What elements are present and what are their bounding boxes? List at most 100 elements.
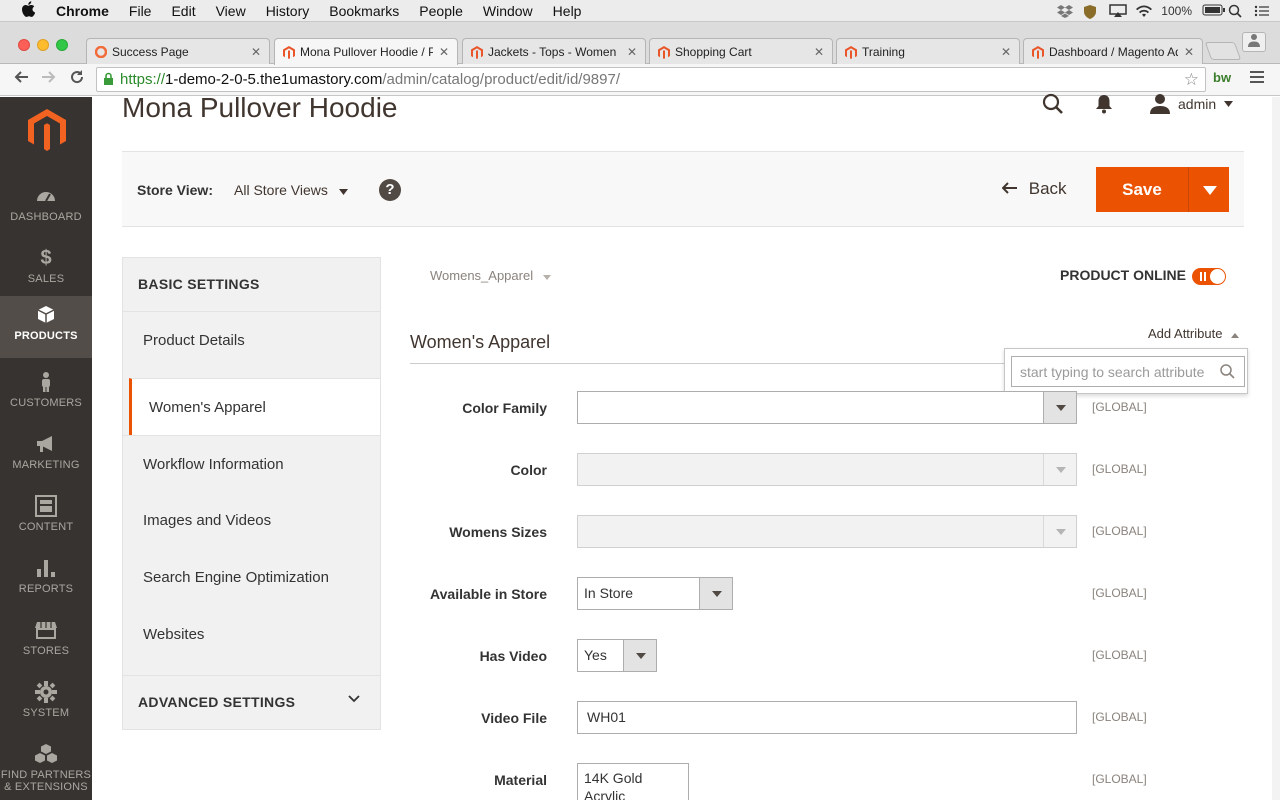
close-tab-icon[interactable]: ✕ [1184,45,1194,59]
nav-system[interactable]: SYSTEM [0,673,92,735]
settings-item-websites[interactable]: Websites [123,606,380,663]
apple-icon[interactable] [18,0,38,21]
profile-button[interactable] [1242,32,1266,52]
nav-products[interactable]: PRODUCTS [0,296,92,358]
close-tab-icon[interactable]: ✕ [1001,45,1011,59]
bookmark-star-icon[interactable]: ☆ [1184,70,1199,90]
menu-bookmarks[interactable]: Bookmarks [329,3,399,19]
video-file-label: Video File [481,710,547,726]
tab-title: Dashboard / Magento Adr [1049,44,1178,59]
chevron-down-icon[interactable] [348,690,360,706]
tab-success-page[interactable]: Success Page ✕ [86,38,270,64]
video-file-input[interactable]: WH01 [577,701,1077,734]
notification-center-icon[interactable] [1254,4,1270,18]
nav-content[interactable]: CONTENT [0,487,92,549]
back-button[interactable]: Back [1001,179,1067,199]
has-video-select[interactable]: Yes [577,639,657,672]
attribute-search-input[interactable] [1011,356,1245,387]
settings-item-seo[interactable]: Search Engine Optimization [123,549,380,606]
close-tab-icon[interactable]: ✕ [251,45,261,59]
back-arrow-icon[interactable] [13,69,29,90]
color-select[interactable] [577,453,1077,486]
product-online-toggle[interactable] [1192,268,1226,285]
address-bar[interactable]: https://1-demo-2-0-5.the1umastory.com/ad… [96,67,1206,92]
nav-reports[interactable]: REPORTS [0,549,92,611]
dropbox-icon[interactable] [1057,4,1074,18]
settings-item-images-videos[interactable]: Images and Videos [123,492,380,549]
chrome-menu-icon[interactable] [1250,68,1264,89]
nav-customers[interactable]: CUSTOMERS [0,363,92,425]
url-host: 1-demo-2-0-5.the1umastory.com [165,71,383,88]
store-view-switcher[interactable]: All Store Views [234,182,348,198]
color-family-select[interactable] [577,391,1077,424]
menu-people[interactable]: People [419,3,463,19]
nav-find-partners-extensions[interactable]: FIND PARTNERS & EXTENSIONS [0,735,92,800]
tab-shopping-cart[interactable]: Shopping Cart ✕ [649,38,833,64]
help-icon[interactable]: ? [379,179,401,201]
scope-label: [GLOBAL] [1092,400,1147,414]
notifications-bell-icon[interactable] [1095,94,1113,119]
extension-bw-icon[interactable]: bw [1213,70,1231,85]
menu-history[interactable]: History [266,3,310,19]
menu-edit[interactable]: Edit [171,3,195,19]
new-tab-button[interactable] [1204,42,1242,60]
minimize-window-button[interactable] [37,39,49,51]
material-option[interactable]: 14K Gold [584,769,682,787]
close-window-button[interactable] [18,39,30,51]
menu-app-name[interactable]: Chrome [56,3,109,19]
zoom-window-button[interactable] [56,39,68,51]
scope-label: [GLOBAL] [1092,772,1147,786]
wifi-icon[interactable] [1135,4,1153,18]
nav-marketing[interactable]: MARKETING [0,425,92,487]
add-attribute-button[interactable]: Add Attribute [1148,326,1240,341]
nav-label: REPORTS [18,583,74,595]
magento-favicon-icon [283,46,295,59]
admin-user-menu[interactable]: admin [1150,94,1234,114]
search-icon[interactable] [1042,93,1064,120]
nav-label: STORES [22,645,70,657]
save-button[interactable]: Save [1096,167,1188,212]
nav-label: & EXTENSIONS [4,781,88,793]
nav-sales[interactable]: $ SALES [0,239,92,301]
nav-label: SALES [27,273,65,285]
scope-label: [GLOBAL] [1092,648,1147,662]
page-scrollbar[interactable] [1272,97,1280,800]
advanced-settings-header[interactable]: ADVANCED SETTINGS [138,694,295,710]
product-settings-nav: BASIC SETTINGS Product Details Women's A… [122,257,381,730]
material-multiselect[interactable]: 14K Gold Acrylic [577,763,689,800]
spotlight-search-icon[interactable] [1228,4,1244,18]
menu-help[interactable]: Help [553,3,582,19]
material-option[interactable]: Acrylic [584,787,682,800]
close-tab-icon[interactable]: ✕ [627,45,637,59]
attribute-set-selector[interactable]: Womens_Apparel [430,268,551,283]
womens-sizes-select[interactable] [577,515,1077,548]
menu-view[interactable]: View [216,3,246,19]
basic-settings-header[interactable]: BASIC SETTINGS [138,276,260,292]
nav-label: PRODUCTS [14,330,78,342]
airplay-icon[interactable] [1109,4,1128,18]
forward-arrow-icon[interactable] [41,69,57,90]
settings-item-womens-apparel[interactable]: Women's Apparel [129,378,380,435]
available-in-store-select[interactable]: In Store [577,577,733,610]
menu-file[interactable]: File [129,3,152,19]
nav-dashboard[interactable]: DASHBOARD [0,177,92,239]
close-tab-icon[interactable]: ✕ [814,45,824,59]
tab-jackets-tops-women[interactable]: Jackets - Tops - Women ✕ [462,38,646,64]
settings-item-product-details[interactable]: Product Details [123,311,380,368]
shield-icon[interactable] [1083,4,1099,19]
save-options-dropdown[interactable] [1188,167,1229,212]
menu-window[interactable]: Window [483,3,533,19]
tab-training[interactable]: Training ✕ [836,38,1020,64]
close-tab-icon[interactable]: ✕ [439,45,449,59]
battery-icon[interactable] [1202,4,1225,18]
magento-logo-icon[interactable] [28,109,66,151]
settings-item-workflow-information[interactable]: Workflow Information [123,435,380,492]
reload-icon[interactable] [69,69,85,90]
nav-stores[interactable]: STORES [0,611,92,673]
color-label: Color [510,462,547,478]
tab-dashboard-magento-admin[interactable]: Dashboard / Magento Adr ✕ [1023,38,1203,64]
tab-mona-pullover-hoodie[interactable]: Mona Pullover Hoodie / Pr ✕ [274,38,458,65]
store-view-label: Store View: [137,182,213,198]
add-attribute-popup [1004,348,1248,394]
toggle-on-marker [1200,272,1206,281]
